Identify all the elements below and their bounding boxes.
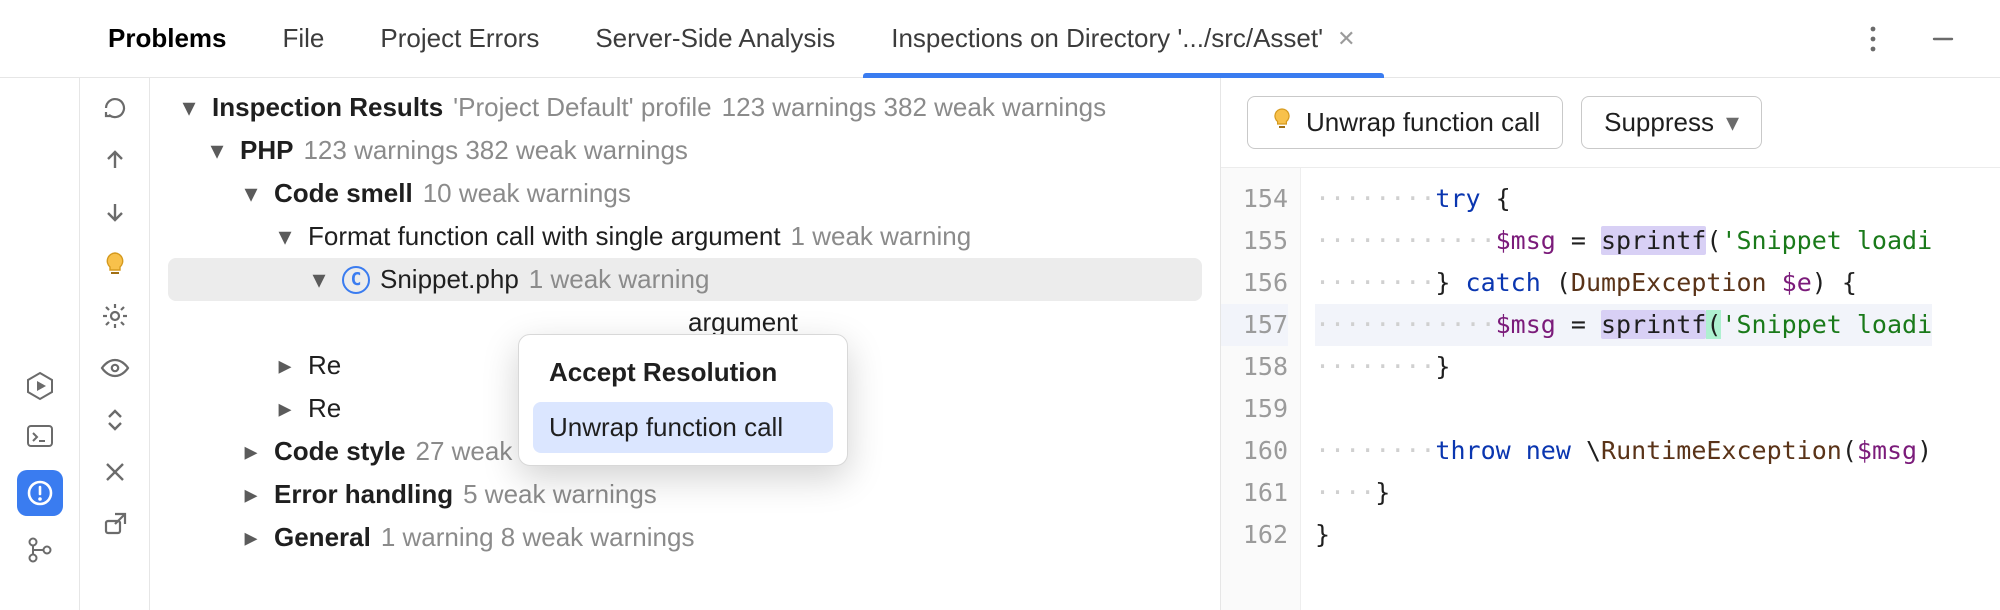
preview-panel: Unwrap function call Suppress ▾ 15415515… <box>1220 78 2000 610</box>
tree-label: Snippet.php <box>380 264 519 295</box>
tree-label: Re <box>308 350 341 381</box>
tree-summary: 1 weak warning <box>791 221 972 252</box>
tree-label: Code smell <box>274 178 413 209</box>
popup-item-label: Unwrap function call <box>549 412 783 442</box>
php-class-icon: C <box>342 266 370 294</box>
tree-row-format[interactable]: ▾ Format function call with single argum… <box>168 215 1202 258</box>
tree-row-codesmell[interactable]: ▾ Code smell 10 weak warnings <box>168 172 1202 215</box>
tab-label: Inspections on Directory '.../src/Asset' <box>891 23 1323 54</box>
tree-label: PHP <box>240 135 293 166</box>
chevron-down-icon: ▾ <box>1726 107 1739 138</box>
arrow-down-icon[interactable] <box>99 196 131 228</box>
unwrap-button[interactable]: Unwrap function call <box>1247 96 1563 149</box>
chevron-down-icon: ▾ <box>176 95 202 121</box>
refresh-icon[interactable] <box>99 92 131 124</box>
gear-icon[interactable] <box>99 300 131 332</box>
tab-actions <box>1856 22 2000 56</box>
code-preview: 154155156157158159160161162 ········try … <box>1221 168 2000 610</box>
close-icon[interactable]: ✕ <box>1337 26 1355 52</box>
chevron-right-icon: ▸ <box>272 396 298 422</box>
tree-profile: 'Project Default' profile <box>453 92 712 123</box>
accept-resolution-popup: Accept Resolution Unwrap function call <box>518 334 848 466</box>
popup-title: Accept Resolution <box>533 347 833 402</box>
tabs-bar: Problems File Project Errors Server-Side… <box>0 0 2000 78</box>
tab-label: File <box>283 23 325 54</box>
collapse-x-icon[interactable] <box>99 456 131 488</box>
button-label: Suppress <box>1604 107 1714 138</box>
tree-summary: 5 weak warnings <box>463 479 657 510</box>
bulb-icon[interactable] <box>99 248 131 280</box>
tree-summary: 1 weak warning <box>529 264 710 295</box>
terminal-icon[interactable] <box>24 420 56 452</box>
inspection-gutter <box>80 78 150 610</box>
minimize-icon[interactable] <box>1926 22 1960 56</box>
tree-summary: 123 warnings 382 weak warnings <box>722 92 1106 123</box>
tab-file[interactable]: File <box>255 0 353 77</box>
tree-row-php[interactable]: ▾ PHP 123 warnings 382 weak warnings <box>168 129 1202 172</box>
toolwindow-strip <box>0 78 80 610</box>
chevron-down-icon: ▾ <box>272 224 298 250</box>
tree-label: Error handling <box>274 479 453 510</box>
code-lines: ········try { ············$msg = sprintf… <box>1301 168 1932 610</box>
tree-label: Format function call with single argumen… <box>308 221 781 252</box>
problems-toolwindow-icon[interactable] <box>17 470 63 516</box>
tab-problems[interactable]: Problems <box>80 0 255 77</box>
tree-row-root[interactable]: ▾ Inspection Results 'Project Default' p… <box>168 86 1202 129</box>
eye-icon[interactable] <box>99 352 131 384</box>
arrow-up-icon[interactable] <box>99 144 131 176</box>
tab-project-errors[interactable]: Project Errors <box>352 0 567 77</box>
hexagon-play-icon[interactable] <box>24 370 56 402</box>
tree-label: Re <box>308 393 341 424</box>
expand-updown-icon[interactable] <box>99 404 131 436</box>
chevron-down-icon: ▾ <box>204 138 230 164</box>
vcs-icon[interactable] <box>24 534 56 566</box>
line-numbers: 154155156157158159160161162 <box>1221 168 1301 610</box>
suppress-button[interactable]: Suppress ▾ <box>1581 96 1762 149</box>
tree-summary: 10 weak warnings <box>423 178 631 209</box>
tree-row-general[interactable]: ▸ General 1 warning 8 weak warnings <box>168 516 1202 559</box>
button-label: Unwrap function call <box>1306 107 1540 138</box>
preview-toolbar: Unwrap function call Suppress ▾ <box>1221 78 2000 168</box>
tree-row-file[interactable]: ▾ C Snippet.php 1 weak warning <box>168 258 1202 301</box>
kebab-icon[interactable] <box>1856 22 1890 56</box>
tree-row-errorhandling[interactable]: ▸ Error handling 5 weak warnings <box>168 473 1202 516</box>
chevron-right-icon: ▸ <box>238 482 264 508</box>
tree-label: General <box>274 522 371 553</box>
tree-summary: 123 warnings 382 weak warnings <box>303 135 687 166</box>
popup-item-unwrap[interactable]: Unwrap function call <box>533 402 833 453</box>
export-icon[interactable] <box>99 508 131 540</box>
tab-label: Server-Side Analysis <box>595 23 835 54</box>
tree-label: Inspection Results <box>212 92 443 123</box>
tab-inspections[interactable]: Inspections on Directory '.../src/Asset'… <box>863 0 1383 77</box>
chevron-down-icon: ▾ <box>238 181 264 207</box>
chevron-down-icon: ▾ <box>306 267 332 293</box>
tree-label: Code style <box>274 436 406 467</box>
bulb-icon <box>1270 107 1294 138</box>
chevron-right-icon: ▸ <box>238 525 264 551</box>
tree-summary: 1 warning 8 weak warnings <box>381 522 695 553</box>
chevron-right-icon: ▸ <box>272 353 298 379</box>
inspection-tree: ▾ Inspection Results 'Project Default' p… <box>150 78 1220 610</box>
tab-label: Project Errors <box>380 23 539 54</box>
chevron-right-icon: ▸ <box>238 439 264 465</box>
tab-label: Problems <box>108 23 227 54</box>
tab-server-side[interactable]: Server-Side Analysis <box>567 0 863 77</box>
